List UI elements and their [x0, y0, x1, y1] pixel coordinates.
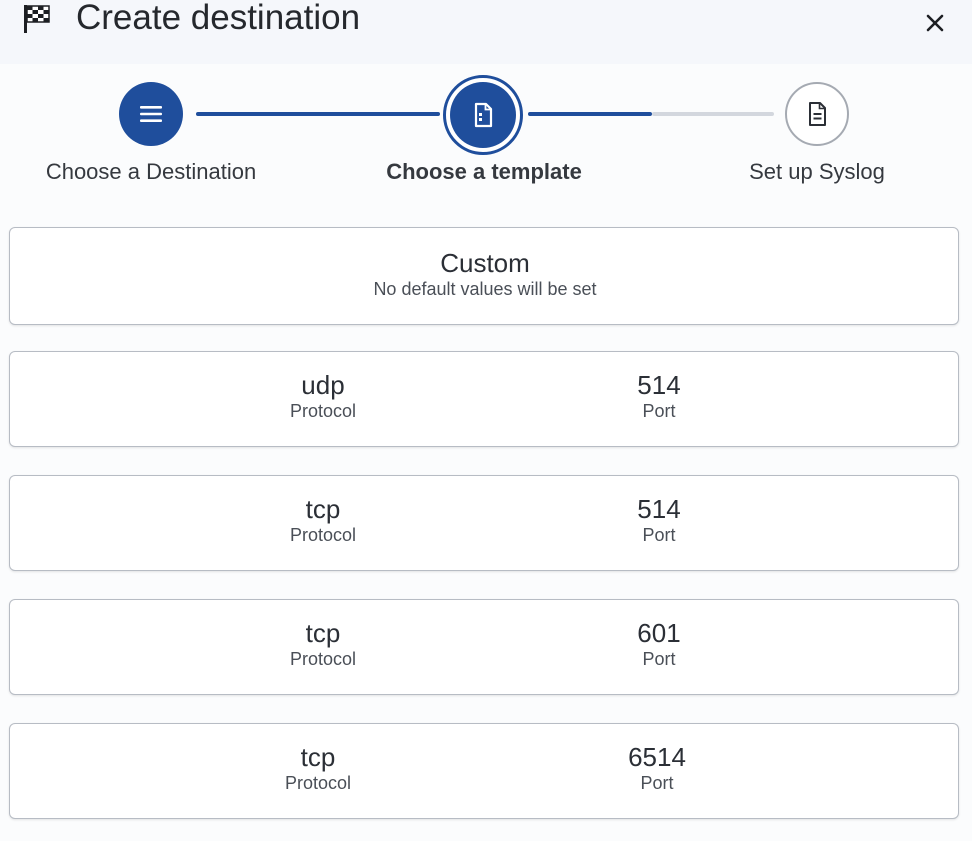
- menu-icon: [140, 106, 162, 122]
- step-label-set-up-syslog: Set up Syslog: [749, 159, 885, 184]
- stepper-connector-2-progress: [528, 112, 652, 116]
- protocol-value: tcp: [305, 494, 341, 524]
- template-card[interactable]: tcp Protocol 601 Port: [9, 599, 959, 695]
- port-column: 514 Port: [637, 370, 680, 422]
- step-label-choose-template: Choose a template: [386, 159, 582, 184]
- create-destination-dialog: Create destination Choose a Destination: [0, 0, 972, 841]
- protocol-column: tcp Protocol: [285, 742, 351, 794]
- protocol-value: tcp: [300, 742, 336, 772]
- custom-text: Custom No default values will be set: [373, 248, 596, 300]
- port-column: 601 Port: [637, 618, 680, 670]
- port-column: 6514 Port: [628, 742, 686, 794]
- protocol-column: tcp Protocol: [290, 494, 356, 546]
- template-icon: [474, 102, 493, 128]
- stepper-connector-1: [196, 112, 440, 116]
- port-label: Port: [642, 401, 676, 421]
- step-set-up-syslog[interactable]: [785, 82, 849, 146]
- protocol-column: udp Protocol: [290, 370, 356, 422]
- protocol-label: Protocol: [289, 401, 357, 421]
- port-value: 514: [637, 494, 681, 524]
- step-choose-destination[interactable]: [119, 82, 183, 146]
- custom-subtitle: No default values will be set: [373, 279, 597, 299]
- step-active-inner: [450, 82, 516, 148]
- template-card[interactable]: tcp Protocol 6514 Port: [9, 723, 959, 819]
- protocol-label: Protocol: [289, 649, 357, 669]
- template-card[interactable]: tcp Protocol 514 Port: [9, 475, 959, 571]
- port-value: 514: [637, 370, 681, 400]
- port-label: Port: [640, 773, 674, 793]
- step-choose-template[interactable]: [443, 75, 523, 155]
- protocol-column: tcp Protocol: [290, 618, 356, 670]
- port-value: 601: [637, 618, 681, 648]
- close-icon[interactable]: [920, 8, 950, 38]
- checkered-flag-icon: [24, 5, 50, 33]
- step-label-choose-destination: Choose a Destination: [45, 159, 257, 184]
- document-icon: [809, 102, 826, 126]
- dialog-title: Create destination: [76, 0, 361, 37]
- template-card-custom[interactable]: Custom No default values will be set: [9, 227, 959, 325]
- stepper: Choose a Destination Choose a template S…: [0, 64, 972, 204]
- dialog-header: Create destination: [0, 0, 972, 64]
- port-value: 6514: [628, 742, 686, 772]
- port-label: Port: [642, 649, 676, 669]
- protocol-label: Protocol: [284, 773, 352, 793]
- template-card[interactable]: udp Protocol 514 Port: [9, 351, 959, 447]
- custom-title: Custom: [440, 248, 530, 278]
- stepper-connector-2-remaining: [652, 112, 774, 116]
- port-label: Port: [642, 525, 676, 545]
- protocol-value: tcp: [305, 618, 341, 648]
- protocol-label: Protocol: [289, 525, 357, 545]
- protocol-value: udp: [301, 370, 345, 400]
- port-column: 514 Port: [637, 494, 680, 546]
